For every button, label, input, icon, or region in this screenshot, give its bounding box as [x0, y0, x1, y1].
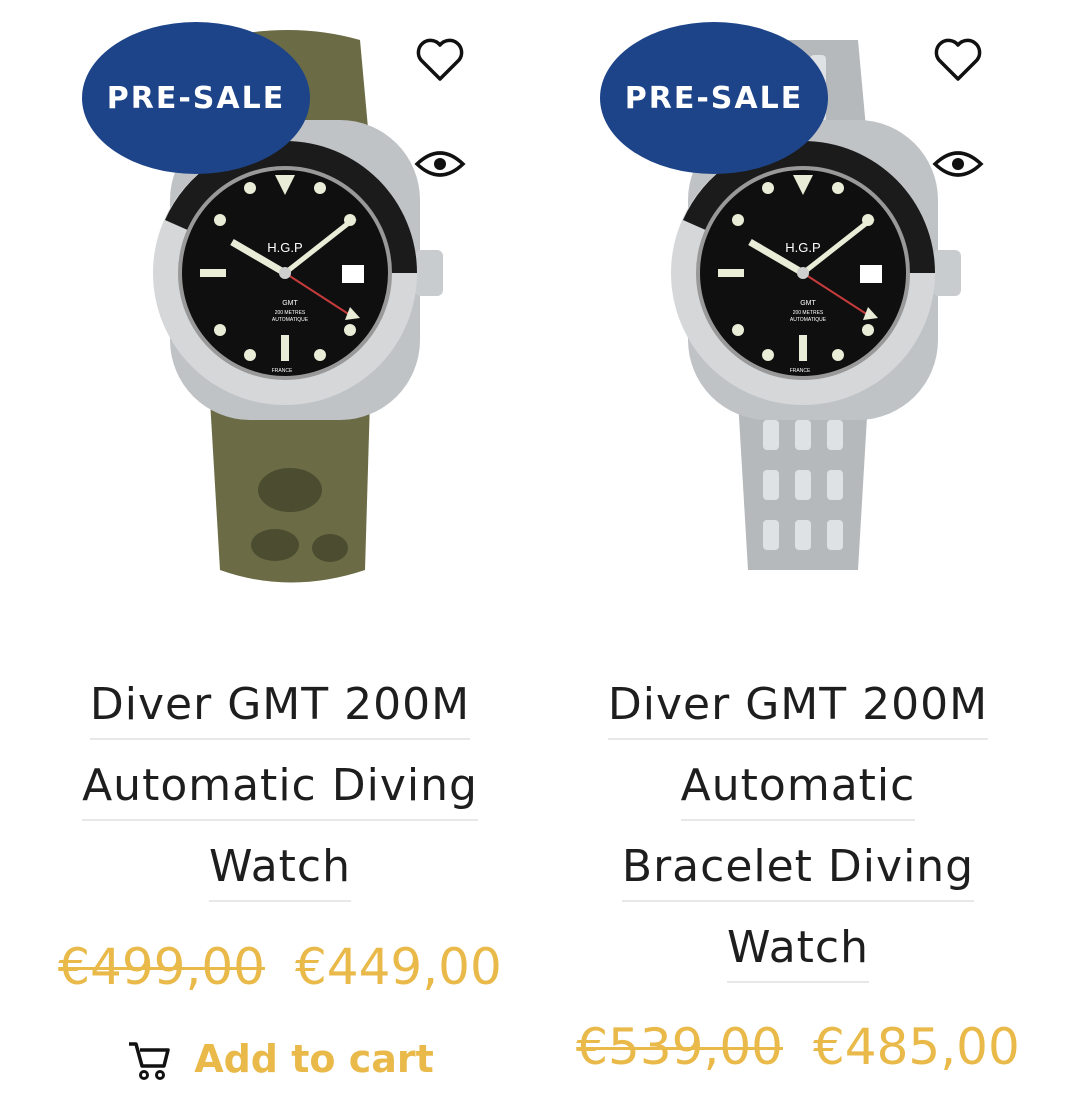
price-block: €499,00 €449,00 — [20, 938, 540, 996]
product-title[interactable]: Diver GMT 200M Automatic Diving Watch — [20, 664, 540, 907]
product-title-line[interactable]: Automatic — [680, 755, 916, 821]
price-block: €539,00 €485,00 — [538, 1018, 1058, 1076]
dial-line3: AUTOMATIQUE — [272, 317, 309, 323]
heart-icon — [934, 38, 982, 81]
product-title-line[interactable]: Watch — [727, 917, 869, 983]
product-title-line[interactable]: Watch — [209, 836, 351, 902]
product-title[interactable]: Diver GMT 200M Automatic Bracelet Diving… — [538, 664, 1058, 988]
cart-icon — [129, 1042, 170, 1080]
product-title-line[interactable]: Diver GMT 200M — [89, 674, 471, 740]
pre-sale-badge: PRE-SALE — [82, 22, 310, 174]
dial-brand: H.G.P — [785, 240, 820, 255]
quick-view-button[interactable] — [412, 136, 468, 192]
dial-line1: GMT — [282, 300, 298, 307]
product-card[interactable]: H.G.P GMT 200 METRES AUTOMATIQUE FRANCE … — [20, 0, 540, 1096]
eye-icon — [414, 151, 466, 177]
eye-icon — [932, 151, 984, 177]
sale-price: €485,00 — [813, 1018, 1020, 1076]
dial-brand: H.G.P — [267, 240, 302, 255]
dial-line2: 200 METRES — [793, 310, 824, 316]
add-to-cart-label[interactable]: Add to cart — [194, 1037, 434, 1081]
sale-price: €449,00 — [295, 938, 502, 996]
original-price: €499,00 — [58, 938, 265, 996]
dial-line3: AUTOMATIQUE — [790, 317, 827, 323]
dial-origin: FRANCE — [272, 368, 293, 374]
dial-origin: FRANCE — [790, 368, 811, 374]
product-card[interactable]: H.G.P GMT 200 METRES AUTOMATIQUE FRANCE … — [538, 0, 1058, 1096]
pre-sale-badge: PRE-SALE — [600, 22, 828, 174]
product-title-line[interactable]: Diver GMT 200M — [607, 674, 989, 740]
wishlist-button[interactable] — [930, 32, 986, 88]
dial-line2: 200 METRES — [275, 310, 306, 316]
heart-icon — [416, 38, 464, 81]
quick-view-button[interactable] — [930, 136, 986, 192]
product-title-line[interactable]: Bracelet Diving — [621, 836, 975, 902]
wishlist-button[interactable] — [412, 32, 468, 88]
product-title-line[interactable]: Automatic Diving — [82, 755, 478, 821]
original-price: €539,00 — [576, 1018, 783, 1076]
dial-line1: GMT — [800, 300, 816, 307]
add-to-cart-button[interactable]: Add to cart — [20, 1036, 540, 1082]
